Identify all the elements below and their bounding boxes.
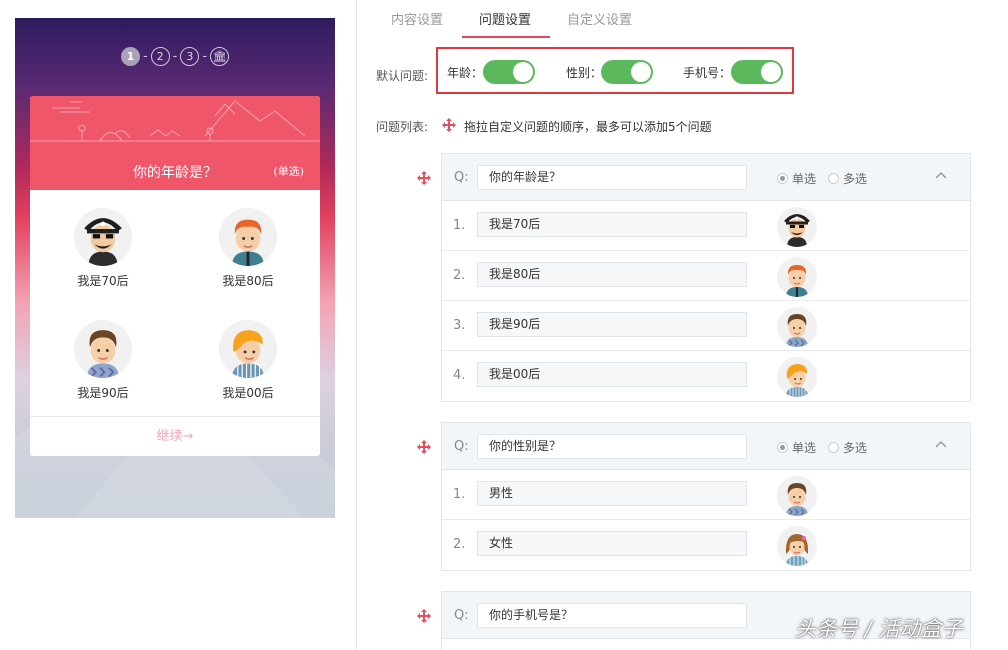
question-card-gender: Q: 你的性别是？ 单选 多选 1. 男性 2. 女性 xyxy=(441,422,971,571)
gender-toggle-switch[interactable] xyxy=(601,60,653,84)
option-label: 我是70后 xyxy=(77,274,128,288)
question-text-input[interactable]: 你的年龄是？ xyxy=(477,165,747,190)
toggle-age-label: 年龄： xyxy=(447,64,483,81)
question-tag: Q: xyxy=(454,170,469,185)
answer-text-input[interactable]: 男性 xyxy=(477,481,747,506)
question-card: 你的年龄是？ (单选) 我是70后 我是80后 我是90后 我是00后 继续→ xyxy=(30,96,320,456)
question-list-label: 问题列表: xyxy=(376,118,428,135)
answer-number: 3. xyxy=(453,318,465,333)
pirate-avatar-icon[interactable] xyxy=(777,207,817,247)
step-2: 2 xyxy=(151,47,170,66)
blond-avatar-icon xyxy=(219,320,277,378)
pirate-avatar-icon xyxy=(74,208,132,266)
step-indicator: 1-2-3-🏛 xyxy=(15,47,335,66)
answer-row: 1. 男性 xyxy=(442,470,970,520)
default-questions-label: 默认问题: xyxy=(376,67,428,84)
answer-row: 1. 我是70后 xyxy=(442,201,970,251)
answer-text-input[interactable]: 我是00后 xyxy=(477,362,747,387)
tab-question-settings[interactable]: 问题设置 xyxy=(479,9,531,28)
option-90s[interactable]: 我是90后 xyxy=(48,320,158,401)
single-choice-radio[interactable]: 单选 xyxy=(777,170,816,187)
answer-number: 2. xyxy=(453,537,465,552)
active-tab-indicator xyxy=(462,36,550,38)
option-80s[interactable]: 我是80后 xyxy=(193,208,303,289)
card-question-type: (单选) xyxy=(273,163,304,179)
redhair-avatar-icon[interactable] xyxy=(777,257,817,297)
option-label: 我是80后 xyxy=(222,274,273,288)
toggle-phone-label: 手机号： xyxy=(683,64,731,81)
step-prize-icon: 🏛 xyxy=(210,47,229,66)
question-card-age: Q: 你的年龄是？ 单选 多选 1. 我是70后 2. 我是80后 3. 我是9… xyxy=(441,153,971,402)
option-label: 我是90后 xyxy=(77,386,128,400)
watermark: 头条号 / 活动盒子 xyxy=(795,613,962,643)
answer-text-input[interactable]: 女性 xyxy=(477,531,747,556)
tab-content-settings[interactable]: 内容设置 xyxy=(391,9,443,28)
redhair-avatar-icon xyxy=(219,208,277,266)
girl-avatar-icon[interactable] xyxy=(777,526,817,566)
card-header: 你的年龄是？ (单选) xyxy=(30,96,320,190)
continue-button[interactable]: 继续→ xyxy=(30,416,320,456)
chevron-up-icon[interactable] xyxy=(934,437,948,451)
chevron-up-icon[interactable] xyxy=(934,168,948,182)
panel-divider xyxy=(356,0,357,650)
phone-preview: 1-2-3-🏛 你的年龄是？ (单选) 我是70后 xyxy=(15,18,335,518)
answer-text-input[interactable]: 我是90后 xyxy=(477,312,747,337)
option-00s[interactable]: 我是00后 xyxy=(193,320,303,401)
answer-number: 4. xyxy=(453,368,465,383)
drag-handle-move-icon[interactable] xyxy=(417,440,431,454)
tab-custom-settings[interactable]: 自定义设置 xyxy=(567,9,632,28)
answer-number: 2. xyxy=(453,268,465,283)
answer-text-input[interactable]: 我是70后 xyxy=(477,212,747,237)
question-tag: Q: xyxy=(454,439,469,454)
answer-row: 4. 我是00后 xyxy=(442,351,970,401)
option-70s[interactable]: 我是70后 xyxy=(48,208,158,289)
answer-row: 3. 我是90后 xyxy=(442,301,970,351)
doodle-landscape-icon xyxy=(30,96,320,156)
drag-handle-move-icon[interactable] xyxy=(417,171,431,185)
answer-text-input[interactable]: 我是80后 xyxy=(477,262,747,287)
boy-avatar-icon[interactable] xyxy=(777,476,817,516)
step-1: 1 xyxy=(121,47,140,66)
answer-row: 2. 我是80后 xyxy=(442,251,970,301)
single-choice-radio[interactable]: 单选 xyxy=(777,439,816,456)
blond-avatar-icon[interactable] xyxy=(777,357,817,397)
multi-choice-radio[interactable]: 多选 xyxy=(828,170,867,187)
move-icon xyxy=(442,118,456,132)
question-list-hint: 拖拉自定义问题的顺序，最多可以添加5个问题 xyxy=(464,118,712,135)
answer-number: 1. xyxy=(453,218,465,233)
option-label: 我是00后 xyxy=(222,386,273,400)
step-3: 3 xyxy=(180,47,199,66)
age-toggle-switch[interactable] xyxy=(483,60,535,84)
curly-avatar-icon[interactable] xyxy=(777,307,817,347)
drag-handle-move-icon[interactable] xyxy=(417,609,431,623)
answer-row: 2. 女性 xyxy=(442,520,970,570)
toggle-gender-label: 性别： xyxy=(566,64,602,81)
answer-number: 1. xyxy=(453,487,465,502)
phone-toggle-switch[interactable] xyxy=(731,60,783,84)
question-text-input[interactable]: 你的性别是？ xyxy=(477,434,747,459)
question-tag: Q: xyxy=(454,608,469,623)
multi-choice-radio[interactable]: 多选 xyxy=(828,439,867,456)
curly-avatar-icon xyxy=(74,320,132,378)
question-text-input[interactable]: 你的手机号是？ xyxy=(477,603,747,628)
